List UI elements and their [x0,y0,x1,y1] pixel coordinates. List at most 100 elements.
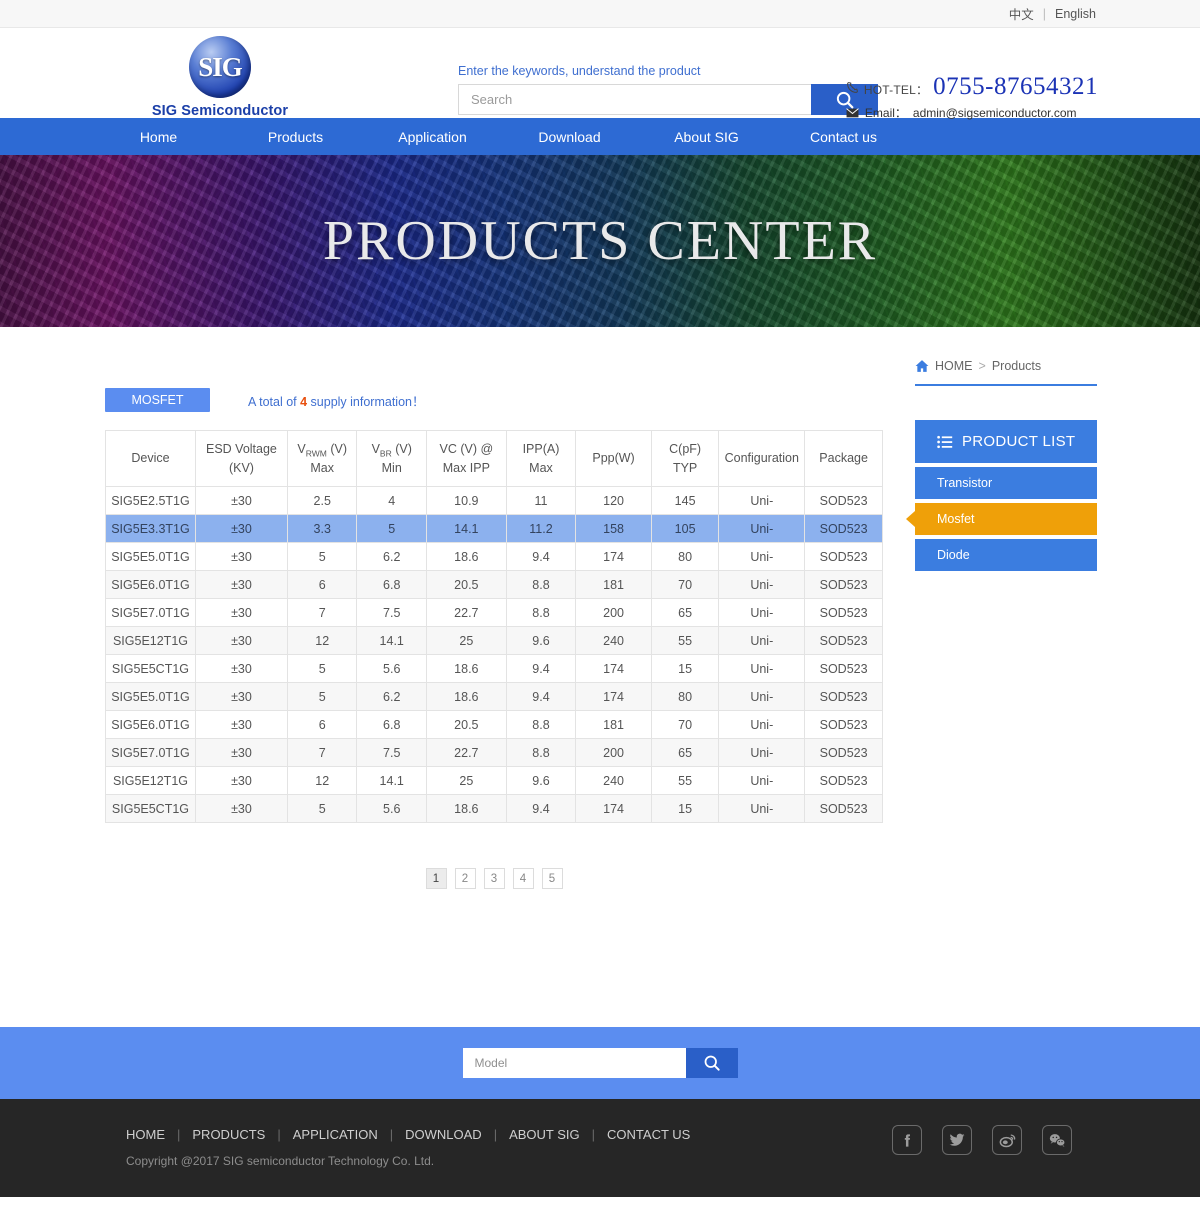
table-cell: 70 [650,570,720,599]
pagination-page-3[interactable]: 3 [483,868,505,889]
table-row[interactable]: SIG5E12T1G ±30 12 14.1 25 9.6 240 55 Uni- SOD523 [105,766,883,795]
table-cell: 15 [650,794,720,823]
table-cell: 55 [650,766,720,795]
table-row[interactable]: SIG5E7.0T1G ±30 7 7.5 22.7 8.8 200 65 Uni- SOD523 [105,598,883,627]
table-header-row: Device ESD Voltage (KV) VRWM (V) Max VBR (… [105,430,883,487]
table-cell: ±30 [194,738,288,767]
col-vrwm-sub: RWM [305,448,327,459]
product-list-header: PRODUCT LIST [915,420,1097,463]
table-cell: 7 [286,738,358,767]
table-cell: 174 [575,682,652,711]
nav-link-home[interactable]: Home [90,129,227,145]
lang-english-link[interactable]: English [1055,7,1096,21]
table-row[interactable]: SIG5E7.0T1G ±30 7 7.5 22.7 8.8 200 65 Uni- SOD523 [105,738,883,767]
footer-separator: | [493,1127,498,1142]
footer-link-about-sig[interactable]: ABOUT SIG [509,1127,580,1142]
twitter-link[interactable] [942,1125,972,1155]
footer-link-application[interactable]: APPLICATION [293,1127,378,1142]
col-vbr-line2: Min [381,461,402,476]
col-esd-line1: ESD Voltage [206,442,277,457]
col-device-label: Device [131,451,170,466]
col-device: Device [105,430,196,487]
nav-link-about[interactable]: About SIG [638,129,775,145]
weibo-link[interactable] [992,1125,1022,1155]
table-cell: 65 [650,738,720,767]
nav-item-contact[interactable]: Contact us [775,129,912,145]
nav-link-download[interactable]: Download [501,129,638,145]
footer-link-products[interactable]: PRODUCTS [192,1127,265,1142]
table-cell: 14.1 [356,626,427,655]
banner-title: PRODUCTS CENTER [322,210,878,272]
pagination-page-2[interactable]: 2 [454,868,476,889]
model-search-input[interactable] [462,1048,686,1078]
nav-item-about[interactable]: About SIG [638,129,775,145]
col-vc: VC (V) @ Max IPP [425,430,507,487]
table-row[interactable]: SIG5E3.3T1G ±30 3.3 5 14.1 11.2 158 105 Uni- SOD5… [105,514,883,543]
nav-item-products[interactable]: Products [227,129,364,145]
table-cell: 181 [575,710,652,739]
sidebar-item-mosfet[interactable]: Mosfet [915,503,1097,535]
footer-link-download[interactable]: DOWNLOAD [405,1127,482,1142]
nav-item-download[interactable]: Download [501,129,638,145]
nav-item-application[interactable]: Application [364,129,501,145]
model-search-button[interactable] [685,1048,738,1078]
table-cell: 14.1 [425,514,507,543]
footer-link-contact-us[interactable]: CONTACT US [607,1127,690,1142]
col-vc-line2: Max IPP [442,460,490,475]
logo-mark-text: SIG [198,51,243,82]
table-cell: 4 [356,486,427,515]
lang-separator: | [1042,6,1046,21]
footer-link-home[interactable]: HOME [126,1127,165,1142]
products-table: Device ESD Voltage (KV) VRWM (V) Max VBR (… [105,430,883,823]
table-cell: 158 [575,514,652,543]
table-head: Device ESD Voltage (KV) VRWM (V) Max VBR (… [105,430,883,487]
table-cell: 200 [575,598,652,627]
product-table-panel: MOSFET A total of 4 supply information！ … [105,387,883,889]
table-cell: 5 [286,654,358,683]
sidebar-item-diode[interactable]: Diode [915,539,1097,571]
table-row[interactable]: SIG5E5CT1G ±30 5 5.6 18.6 9.4 174 15 Uni- SOD523 [105,654,883,683]
col-esd-voltage: ESD Voltage (KV) [194,430,288,487]
table-cell: 9.4 [505,682,577,711]
wechat-link[interactable] [1042,1125,1072,1155]
nav-item-home[interactable]: Home [90,129,227,145]
table-cell: 22.7 [425,738,507,767]
table-cell: ±30 [194,570,288,599]
pagination-page-4[interactable]: 4 [512,868,534,889]
table-cell: 70 [650,710,720,739]
table-cell: SOD523 [804,654,883,683]
logo-company-name: SIG Semiconductor [151,103,289,119]
table-cell: SIG5E7.0T1G [105,598,196,627]
search-input[interactable] [458,84,811,115]
sidebar-item-transistor[interactable]: Transistor [915,467,1097,499]
nav-link-contact[interactable]: Contact us [775,129,912,145]
nav-link-application[interactable]: Application [364,129,501,145]
facebook-link[interactable] [892,1125,922,1155]
table-cell: Uni- [718,598,806,627]
table-row[interactable]: SIG5E6.0T1G ±30 6 6.8 20.5 8.8 181 70 Uni- SOD523 [105,570,883,599]
footer-separator: | [389,1127,394,1142]
facebook-icon [904,1133,910,1147]
lang-chinese-link[interactable]: 中文 [1009,4,1034,23]
table-row[interactable]: SIG5E5.0T1G ±30 5 6.2 18.6 9.4 174 80 Uni- SOD523 [105,682,883,711]
table-row[interactable]: SIG5E5.0T1G ±30 5 6.2 18.6 9.4 174 80 Uni- SOD523 [105,542,883,571]
list-icon [937,435,953,448]
category-tab-row: MOSFET A total of 4 supply information！ [105,387,883,413]
table-cell: SOD523 [804,514,883,543]
table-cell: SOD523 [804,682,883,711]
table-row[interactable]: SIG5E12T1G ±30 12 14.1 25 9.6 240 55 Uni- SOD523 [105,626,883,655]
table-row[interactable]: SIG5E5CT1G ±30 5 5.6 18.6 9.4 174 15 Uni- SOD523 [105,794,883,823]
breadcrumb-home-link[interactable]: HOME [935,359,973,373]
pagination-page-1[interactable]: 1 [425,868,447,889]
table-cell: SOD523 [804,794,883,823]
nav-link-products[interactable]: Products [227,129,364,145]
tab-mosfet[interactable]: MOSFET [105,388,210,412]
col-vbr-sub: BR [379,448,392,459]
site-logo[interactable]: SIG SIG Semiconductor [105,36,335,119]
table-row[interactable]: SIG5E2.5T1G ±30 2.5 4 10.9 11 120 145 Uni- SOD523 [105,486,883,515]
pagination-page-5[interactable]: 5 [541,868,563,889]
table-row[interactable]: SIG5E6.0T1G ±30 6 6.8 20.5 8.8 181 70 Uni- SOD523 [105,710,883,739]
col-package: Package [804,430,883,487]
table-cell: Uni- [718,542,806,571]
table-cell: 9.4 [505,654,577,683]
